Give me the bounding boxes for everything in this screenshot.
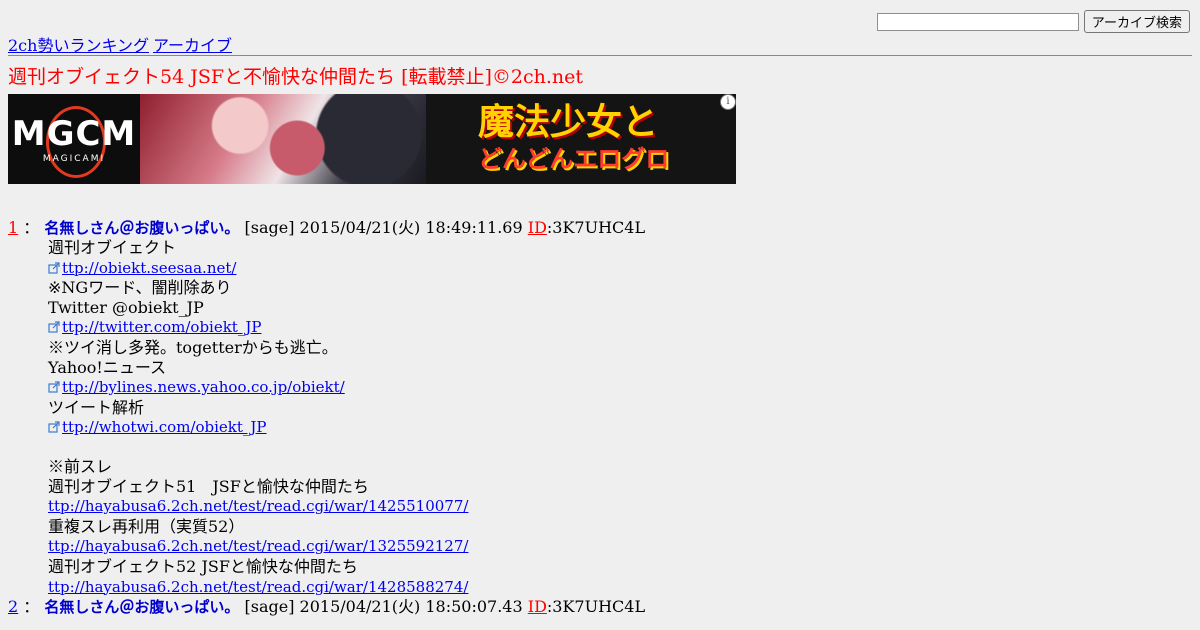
post-id-value: :3K7UHC4L [546, 597, 646, 617]
external-link-icon[interactable] [48, 377, 62, 396]
archive-search: アーカイブ検索 [876, 10, 1190, 33]
post-text-line: 週刊オブイェクト [48, 238, 177, 257]
page: 2ch勢いランキング アーカイブ アーカイブ検索 週刊オブイェクト54 JSFと不… [0, 0, 1200, 630]
ad-headline-1: 魔法少女と [478, 102, 659, 143]
link-line: ttp://hayabusa6.2ch.net/test/read.cgi/wa… [48, 536, 1192, 557]
post-mail: [sage] [244, 597, 295, 617]
link-line: ttp://hayabusa6.2ch.net/test/read.cgi/wa… [48, 577, 1192, 598]
post-header: 2 ： 名無しさん＠お腹いっぱい。 [sage] 2015/04/21(火) 1… [8, 597, 1192, 617]
post-date: 2015/04/21(火) 18:50:07.43 [299, 597, 523, 617]
post-list: 1 ： 名無しさん＠お腹いっぱい。 [sage] 2015/04/21(火) 1… [8, 218, 1192, 617]
post-text-line: ※NGワード、闇削除あり [48, 278, 232, 298]
link-line: ttp://obiekt.seesaa.net/ [48, 258, 1192, 279]
post-text-line: Twitter @obiekt_JP [48, 297, 204, 317]
post-header: 1 ： 名無しさん＠お腹いっぱい。 [sage] 2015/04/21(火) 1… [8, 218, 1192, 238]
link-line: ttp://bylines.news.yahoo.co.jp/obiekt/ [48, 377, 1192, 398]
post-id-link[interactable]: ID [528, 218, 547, 237]
archive-link[interactable]: アーカイブ [153, 36, 232, 55]
ad-info-icon[interactable]: i [720, 94, 736, 110]
post-text-line: 週刊オブイェクト52 JSFと愉快な仲間たち [48, 556, 358, 576]
top-nav: 2ch勢いランキング アーカイブ [8, 32, 236, 56]
ad-logo-sub: MAGICAMI [42, 154, 106, 164]
post-separator: ： [23, 218, 40, 237]
ad-copy: 魔法少女と どんどんエログロ [426, 94, 736, 184]
post-body: 週刊オブイェクト ttp://obiekt.seesaa.net/※NGワード、闇… [48, 238, 1192, 597]
post-date: 2015/04/21(火) 18:49:11.69 [299, 218, 523, 237]
post-text-line: ツイート解析 [48, 397, 145, 417]
link-line: ttp://hayabusa6.2ch.net/test/read.cgi/wa… [48, 496, 1192, 517]
post-link[interactable]: ttp://obiekt.seesaa.net/ [62, 259, 236, 277]
ad-logo-text: MGCM [11, 114, 137, 154]
archive-search-input[interactable] [876, 12, 1079, 31]
header-divider [8, 55, 1192, 56]
post-author: 名無しさん＠お腹いっぱい。 [44, 598, 240, 617]
post-id-value: :3K7UHC4L [546, 218, 646, 237]
post-link[interactable]: ttp://whotwi.com/obiekt_JP [62, 418, 267, 436]
ranking-link[interactable]: 2ch勢いランキング [8, 36, 149, 55]
post-number[interactable]: 2 [8, 597, 18, 616]
post-link[interactable]: ttp://twitter.com/obiekt_JP [62, 318, 261, 336]
post-text-line: ※前スレ [48, 456, 113, 476]
post-text-line: ※ツイ消し多発。togetterからも逃亡。 [48, 337, 338, 357]
ad-logo: MGCM MAGICAMI [8, 94, 140, 184]
thread-link[interactable]: ttp://hayabusa6.2ch.net/test/read.cgi/wa… [48, 537, 468, 555]
ad-headline-2: どんどんエログロ [478, 145, 670, 173]
post-text-line: 重複スレ再利用（実質52） [48, 516, 245, 536]
post-id-link[interactable]: ID [528, 597, 547, 616]
post-text-line: 週刊オブイェクト51 JSFと愉快な仲間たち [48, 476, 369, 496]
post-author: 名無しさん＠お腹いっぱい。 [44, 219, 240, 237]
link-line: ttp://twitter.com/obiekt_JP [48, 317, 1192, 338]
ad-banner[interactable]: MGCM MAGICAMI 魔法少女と どんどんエログロ i [8, 94, 736, 184]
post-number[interactable]: 1 [8, 218, 18, 237]
post-text-line: Yahoo!ニュース [48, 357, 167, 377]
post-link[interactable]: ttp://bylines.news.yahoo.co.jp/obiekt/ [62, 378, 345, 396]
external-link-icon[interactable] [48, 317, 62, 336]
thread-link[interactable]: ttp://hayabusa6.2ch.net/test/read.cgi/wa… [48, 578, 468, 596]
thread-link[interactable]: ttp://hayabusa6.2ch.net/test/read.cgi/wa… [48, 497, 468, 515]
external-link-icon[interactable] [48, 417, 62, 436]
link-line: ttp://whotwi.com/obiekt_JP [48, 417, 1192, 438]
post-separator: ： [23, 597, 40, 617]
post-mail: [sage] [244, 218, 295, 237]
ad-artwork [140, 94, 426, 184]
archive-search-button[interactable]: アーカイブ検索 [1083, 10, 1190, 33]
thread-title: 週刊オブイェクト54 JSFと不愉快な仲間たち [転載禁止]©2ch.net [8, 66, 584, 88]
external-link-icon[interactable] [48, 258, 62, 277]
